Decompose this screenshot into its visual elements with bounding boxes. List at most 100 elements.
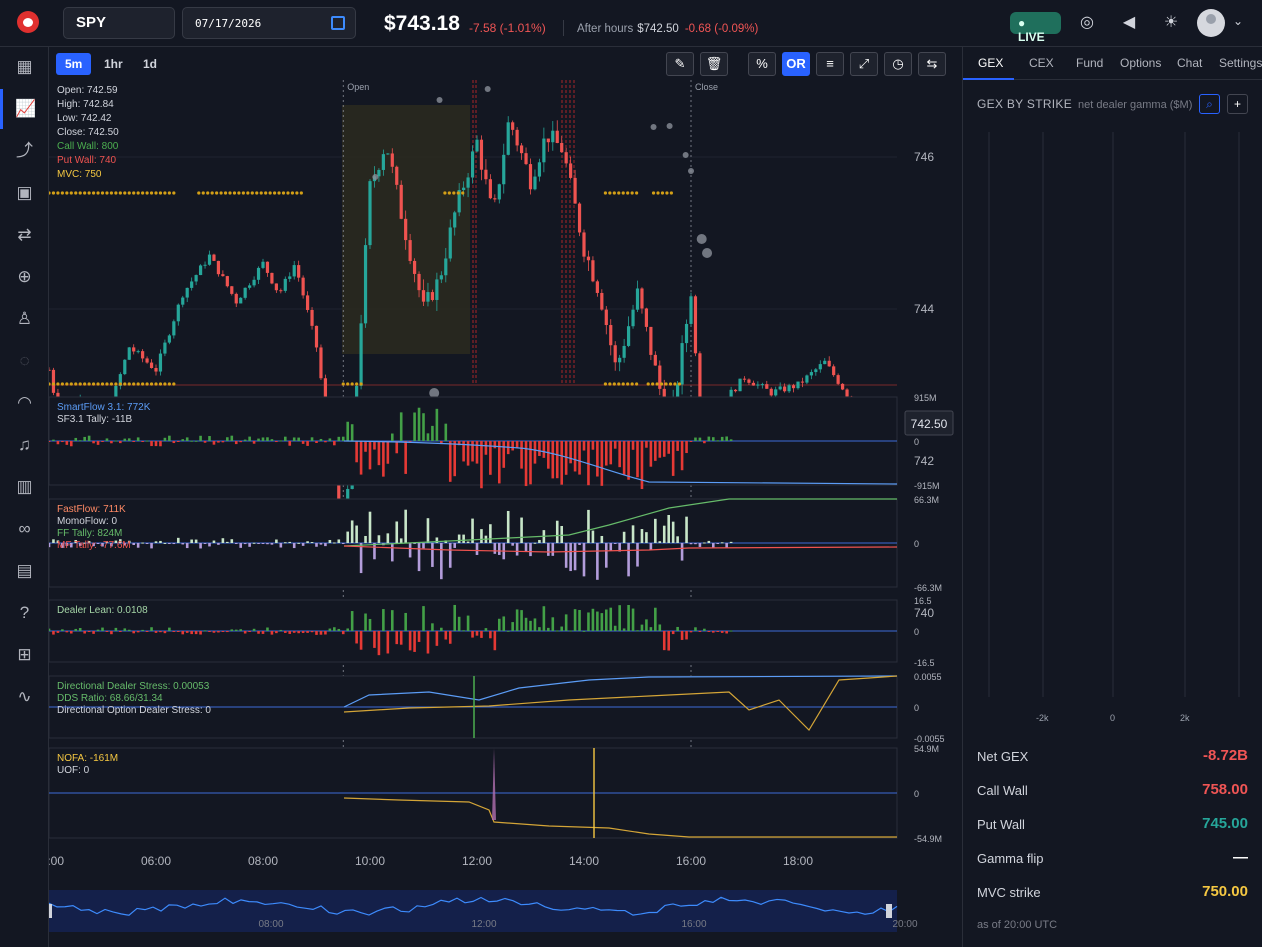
flow-bar bbox=[341, 631, 345, 635]
chevron-down-icon[interactable]: ⌄ bbox=[1233, 14, 1243, 28]
logo-icon[interactable] bbox=[17, 11, 39, 33]
calendar-icon[interactable]: ▣ bbox=[0, 173, 49, 213]
price-tick: 740 bbox=[914, 606, 934, 620]
flow-bar bbox=[261, 631, 265, 634]
time-tick: 18:00 bbox=[783, 854, 813, 868]
wall-dot bbox=[447, 191, 451, 195]
wall-dot bbox=[626, 191, 630, 195]
lightbulb-icon[interactable]: ☀ bbox=[1161, 13, 1181, 33]
avatar[interactable] bbox=[1197, 9, 1225, 37]
bell-icon[interactable]: ♫ bbox=[0, 425, 49, 465]
tab-fund[interactable]: Fund bbox=[1076, 56, 1103, 70]
flow-bar bbox=[640, 529, 644, 543]
stat-label: Gamma flip bbox=[977, 851, 1044, 866]
flow-bar bbox=[676, 626, 679, 631]
wall-dot bbox=[51, 191, 56, 195]
candle bbox=[359, 323, 363, 386]
flow-bar bbox=[444, 631, 448, 640]
live-badge[interactable]: ● LIVE bbox=[1010, 12, 1061, 44]
help-icon[interactable]: ? bbox=[0, 593, 49, 633]
bar-chart-icon[interactable]: ▥ bbox=[0, 467, 49, 507]
wall-dot bbox=[132, 191, 136, 195]
candle bbox=[297, 265, 301, 278]
flow-bar bbox=[555, 441, 559, 479]
speaker-icon[interactable]: ◀ bbox=[1119, 13, 1139, 33]
flow-bar bbox=[56, 631, 60, 633]
pencil-icon[interactable]: ✎ bbox=[666, 52, 694, 76]
wall-dot bbox=[105, 382, 109, 386]
price-chart[interactable]: Open Close 746 744 742 740 742.50 Open: 742.59 H… bbox=[49, 80, 961, 947]
flow-bar bbox=[190, 539, 193, 543]
price-change: -7.58 (-1.01%) bbox=[469, 21, 546, 35]
flow-bar bbox=[328, 438, 332, 441]
opening-range-button[interactable]: OR bbox=[782, 52, 810, 76]
flow-bar bbox=[662, 441, 666, 457]
symbol-input[interactable]: SPY bbox=[63, 7, 175, 39]
fullscreen-icon[interactable]: ⤢ bbox=[850, 52, 878, 76]
flow-bar bbox=[417, 543, 421, 572]
candle bbox=[604, 309, 608, 326]
swap-icon[interactable]: ⇄ bbox=[0, 215, 49, 255]
wall-dot bbox=[659, 382, 664, 386]
gift-icon[interactable]: ⊞ bbox=[0, 635, 49, 675]
time-tick: 04:00 bbox=[49, 854, 64, 868]
candle bbox=[470, 151, 475, 178]
swap-icon[interactable]: ⇆ bbox=[918, 52, 946, 76]
calendar-icon[interactable] bbox=[331, 16, 345, 30]
flow-bar bbox=[230, 435, 234, 441]
flow-bar bbox=[301, 543, 305, 546]
flow-bar bbox=[292, 631, 296, 633]
target-icon[interactable]: ⊕ bbox=[0, 257, 49, 297]
flow-bar bbox=[136, 437, 140, 441]
flow-bar bbox=[475, 631, 479, 636]
wall-dot bbox=[237, 191, 241, 195]
wall-dot bbox=[264, 191, 268, 195]
date-picker[interactable]: 07/17/2026 bbox=[182, 7, 356, 39]
timeframe-1hr[interactable]: 1hr bbox=[95, 53, 132, 75]
line-chart-icon[interactable]: 📈 bbox=[0, 89, 49, 129]
tab-chat[interactable]: Chat bbox=[1177, 56, 1202, 70]
candle bbox=[484, 169, 488, 180]
trash-icon[interactable]: 🗑 bbox=[700, 52, 728, 76]
chat-icon[interactable]: ◌ bbox=[0, 341, 49, 381]
candle bbox=[546, 138, 550, 143]
candle bbox=[305, 295, 310, 310]
timeframe-5m[interactable]: 5m bbox=[56, 53, 92, 75]
tab-gex[interactable]: GEX bbox=[978, 56, 1003, 70]
flow-bar bbox=[511, 622, 514, 631]
add-icon[interactable]: + bbox=[1227, 94, 1248, 114]
search-icon[interactable]: ⌕ bbox=[1199, 94, 1220, 114]
right-tabs: GEX CEX Fund Options Chat Settings bbox=[963, 47, 1262, 80]
clock-icon[interactable]: ◷ bbox=[884, 52, 912, 76]
gauge-icon[interactable]: ◠ bbox=[0, 383, 49, 423]
trend-icon[interactable]: ⤴ bbox=[0, 131, 49, 171]
flow-bar bbox=[636, 630, 639, 632]
flow-bar bbox=[217, 631, 220, 633]
gamma-flip-value: — bbox=[1233, 849, 1248, 866]
flow-bar bbox=[435, 408, 439, 441]
atom-icon[interactable]: ∞ bbox=[0, 509, 49, 549]
flow-bar bbox=[703, 542, 706, 544]
flow-bar bbox=[596, 441, 599, 477]
globe-icon[interactable]: ◎ bbox=[1077, 13, 1097, 33]
flow-bar bbox=[582, 543, 586, 577]
flow-bar bbox=[667, 441, 671, 454]
grid-icon[interactable]: ▦ bbox=[0, 47, 49, 87]
user-icon[interactable]: ♙ bbox=[0, 299, 49, 339]
wall-dot bbox=[232, 191, 237, 195]
tab-options[interactable]: Options bbox=[1120, 56, 1161, 70]
flow-bar bbox=[569, 630, 572, 632]
flow-bar bbox=[484, 441, 488, 455]
menu-icon[interactable]: ≡ bbox=[816, 52, 844, 76]
flow-bar bbox=[243, 631, 247, 634]
timeframe-1d[interactable]: 1d bbox=[134, 53, 166, 75]
candle bbox=[537, 162, 542, 177]
tab-cex[interactable]: CEX bbox=[1029, 56, 1054, 70]
pulse-icon[interactable]: ∿ bbox=[0, 677, 49, 717]
news-icon[interactable]: ▤ bbox=[0, 551, 49, 591]
flow-bar bbox=[132, 543, 136, 545]
percent-button[interactable]: % bbox=[748, 52, 776, 76]
tab-settings[interactable]: Settings bbox=[1219, 56, 1262, 70]
gex-title: GEX BY STRIKE net dealer gamma ($M) bbox=[977, 97, 1192, 111]
ohlc-label: Open: 742.59 bbox=[57, 85, 118, 96]
